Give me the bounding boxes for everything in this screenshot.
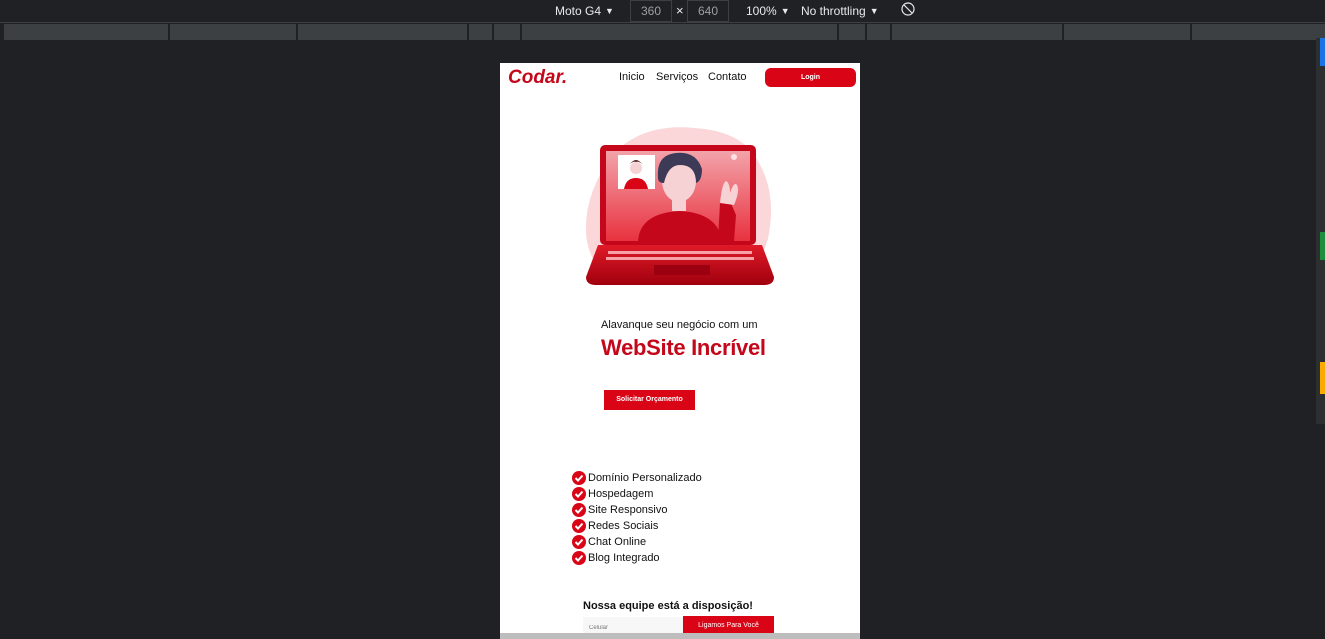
feature-label: Chat Online [588,536,647,548]
check-circle-icon [572,503,586,517]
hero-headline: WebSite Incrível [601,335,766,360]
team-heading: Nossa equipe está a disposição! [583,600,753,612]
check-circle-icon [572,471,586,485]
list-item: Chat Online [572,534,702,550]
logo[interactable]: Codar. [508,67,567,89]
width-input[interactable]: 360 [630,0,672,22]
throttling-value: No throttling [801,4,866,18]
feature-label: Hospedagem [588,488,654,500]
throttling-select[interactable]: No throttling ▼ [801,4,879,18]
device-select[interactable]: Moto G4 ▼ [555,4,614,18]
zoom-value: 100% [746,4,777,18]
rotate-icon[interactable] [901,2,915,16]
list-item: Domínio Personalizado [572,470,702,486]
hero-subheading: Alavanque seu negócio com um [601,319,758,331]
nav-link-contato[interactable]: Contato [708,71,747,83]
chevron-down-icon: ▼ [605,6,614,16]
devtools-device-toolbar: Moto G4 ▼ 360 × 640 100% ▼ No throttling… [0,0,1325,23]
check-circle-icon [572,535,586,549]
check-circle-icon [572,551,586,565]
height-input[interactable]: 640 [687,0,729,22]
feature-label: Redes Sociais [588,520,659,532]
request-quote-button[interactable]: Solicitar Orçamento [604,390,695,410]
check-circle-icon [572,487,586,501]
viewport-scroll-edge [500,633,860,639]
chevron-down-icon: ▼ [869,6,879,16]
feature-label: Site Responsivo [588,504,668,516]
mobile-viewport: Codar. Inicio Serviços Contato Login Ala… [500,63,860,639]
chevron-down-icon: ▼ [780,6,790,16]
feature-label: Blog Integrado [588,552,660,564]
panel-accent-yellow [1320,362,1325,394]
feature-list: Domínio Personalizado Hospedagem Site Re… [572,470,702,566]
panel-accent-green [1320,232,1325,260]
media-query-ruler[interactable] [0,23,1325,41]
list-item: Blog Integrado [572,550,702,566]
login-button[interactable]: Login [765,68,856,87]
list-item: Hospedagem [572,486,702,502]
times-icon: × [676,3,684,18]
feature-label: Domínio Personalizado [588,472,702,484]
nav-link-inicio[interactable]: Inicio [619,71,645,83]
list-item: Redes Sociais [572,518,702,534]
device-name: Moto G4 [555,4,602,18]
panel-accent-blue [1320,38,1325,66]
hero-illustration [585,127,774,285]
check-circle-icon [572,519,586,533]
list-item: Site Responsivo [572,502,702,518]
nav-link-servicos[interactable]: Serviços [656,71,698,83]
zoom-select[interactable]: 100% ▼ [746,4,790,18]
